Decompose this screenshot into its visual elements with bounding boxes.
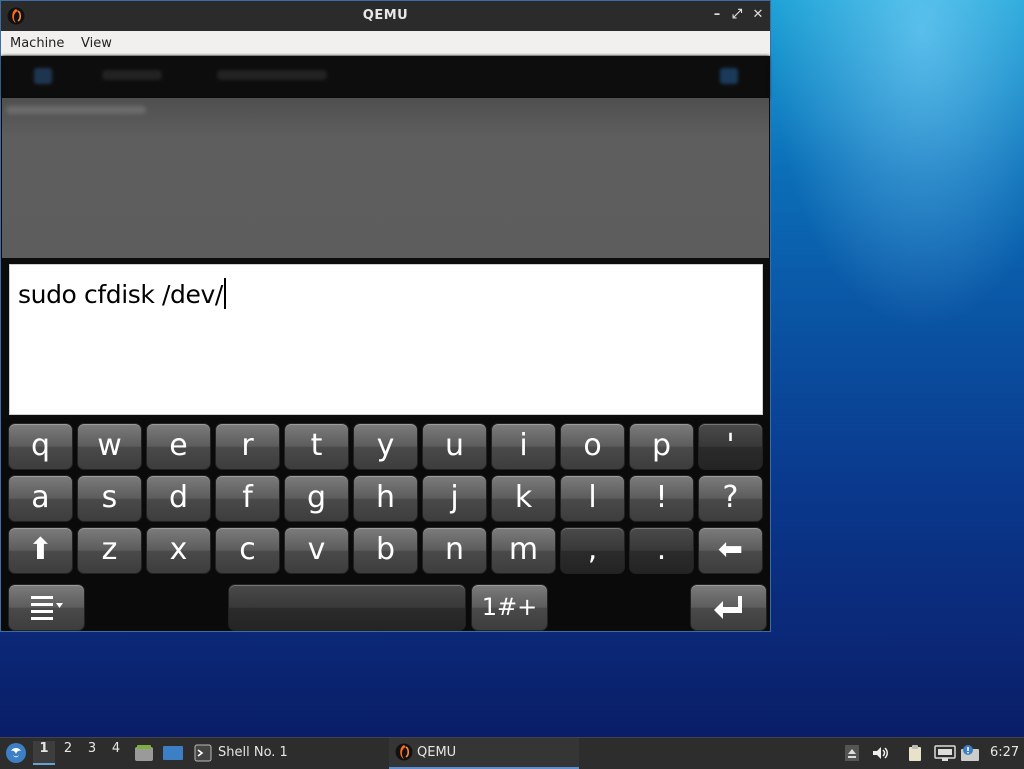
terminal-icon (194, 744, 212, 762)
clipboard-icon[interactable] (906, 744, 924, 762)
key[interactable]: z (77, 527, 142, 574)
key[interactable]: y (353, 423, 418, 470)
qemu-window: QEMU – ⤢ ✕ Machine View sudo cfdisk /dev… (0, 0, 771, 632)
desktop-highlight (770, 0, 1024, 330)
task-qemu-label: QEMU (417, 745, 457, 760)
key[interactable]: o (560, 423, 625, 470)
key[interactable]: c (215, 527, 280, 574)
qemu-logo-icon (395, 743, 413, 761)
close-button[interactable]: ✕ (750, 7, 766, 23)
key[interactable]: ! (629, 475, 694, 522)
guest-top-bar (2, 56, 769, 98)
key[interactable]: a (8, 475, 73, 522)
key[interactable]: . (629, 527, 694, 574)
guest-blur-text (6, 106, 146, 114)
guest-blur-label (217, 70, 327, 80)
key[interactable]: v (284, 527, 349, 574)
key[interactable]: q (8, 423, 73, 470)
guest-app-icon (34, 68, 52, 84)
desktop-shade (0, 630, 1024, 740)
file-manager-icon[interactable] (134, 744, 154, 762)
key[interactable]: t (284, 423, 349, 470)
minimize-button[interactable]: – (709, 7, 725, 23)
eject-icon[interactable] (843, 744, 861, 762)
task-qemu[interactable]: QEMU (389, 738, 579, 769)
window-title: QEMU (362, 8, 409, 23)
key[interactable]: p (629, 423, 694, 470)
volume-icon[interactable] (871, 744, 889, 762)
key[interactable]: , (560, 527, 625, 574)
shift-key[interactable]: ⬆ (8, 527, 73, 574)
key[interactable]: u (422, 423, 487, 470)
network-icon[interactable] (934, 744, 956, 762)
guest-dimmed-content (2, 98, 769, 258)
key[interactable]: f (215, 475, 280, 522)
key[interactable]: x (146, 527, 211, 574)
keyboard-menu-key[interactable] (8, 584, 85, 631)
backspace-key[interactable]: ⬅ (698, 527, 763, 574)
key[interactable]: s (77, 475, 142, 522)
key[interactable]: m (491, 527, 556, 574)
backspace-icon: ⬅ (717, 532, 744, 567)
menu-view[interactable]: View (81, 36, 112, 51)
workspace-4[interactable]: 4 (105, 741, 127, 765)
symbols-key[interactable]: 1#+ (471, 584, 548, 631)
key[interactable]: l (560, 475, 625, 522)
guest-display[interactable]: sudo cfdisk /dev/ q w e r t y u i o p ' … (2, 56, 769, 631)
key[interactable]: r (215, 423, 280, 470)
task-shell[interactable]: Shell No. 1 (218, 745, 288, 760)
workspace-3[interactable]: 3 (81, 741, 103, 765)
key[interactable]: e (146, 423, 211, 470)
notification-icon[interactable] (960, 744, 982, 762)
start-menu-icon[interactable] (5, 742, 27, 764)
key[interactable]: g (284, 475, 349, 522)
clock[interactable]: 6:27 (990, 745, 1019, 760)
command-text: sudo cfdisk /dev/ (18, 278, 226, 309)
enter-key[interactable] (690, 584, 767, 631)
command-input[interactable]: sudo cfdisk /dev/ (9, 264, 763, 415)
window-titlebar[interactable]: QEMU – ⤢ ✕ (1, 1, 770, 31)
key[interactable]: n (422, 527, 487, 574)
key[interactable]: i (491, 423, 556, 470)
space-key[interactable] (228, 584, 466, 631)
key[interactable]: h (353, 475, 418, 522)
guest-blur-label (102, 70, 162, 80)
key[interactable]: ' (698, 423, 763, 470)
key[interactable]: d (146, 475, 211, 522)
key[interactable]: j (422, 475, 487, 522)
enter-icon (713, 596, 742, 619)
guest-status-icon (720, 68, 738, 84)
menu-machine[interactable]: Machine (10, 36, 64, 51)
taskbar: 1 2 3 4 Shell No. 1 QEMU 6:27 (0, 737, 1024, 769)
text-caret (223, 278, 226, 309)
workspace-2[interactable]: 2 (57, 741, 79, 765)
show-desktop-icon[interactable] (162, 744, 184, 762)
virtual-keyboard: q w e r t y u i o p ' a s d f g h j k l … (2, 418, 769, 631)
key[interactable]: ? (698, 475, 763, 522)
maximize-button[interactable]: ⤢ (729, 7, 745, 23)
key[interactable]: b (353, 527, 418, 574)
menubar: Machine View (1, 31, 770, 56)
key[interactable]: w (77, 423, 142, 470)
menu-icon (30, 596, 63, 620)
key[interactable]: k (491, 475, 556, 522)
workspace-1[interactable]: 1 (33, 741, 55, 765)
shift-icon: ⬆ (27, 532, 54, 567)
